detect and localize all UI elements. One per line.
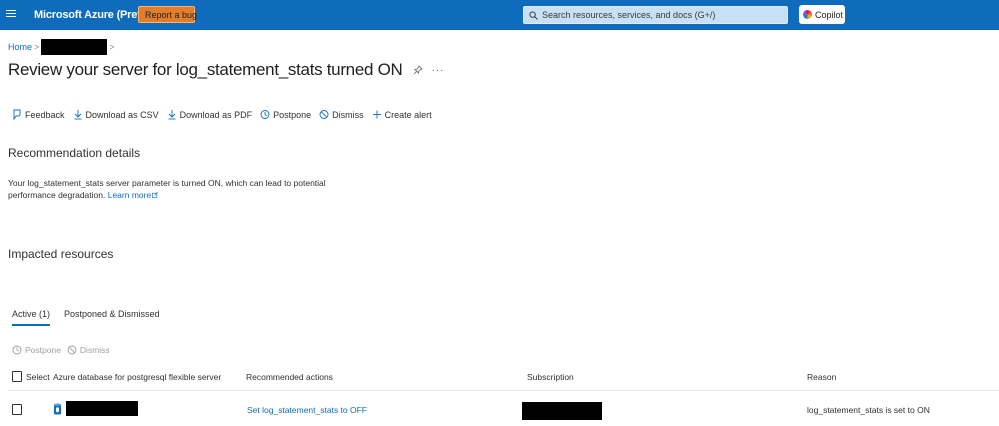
download-pdf-label: Download as PDF <box>179 109 253 120</box>
plus-icon <box>372 110 381 119</box>
recommended-action-link[interactable]: Set log_statement_stats to OFF <box>247 405 367 415</box>
top-bar: Microsoft Azure (Preview) Report a bug C… <box>0 0 999 30</box>
dismiss-resource-button[interactable]: Dismiss <box>67 345 110 355</box>
recommendation-details-heading: Recommendation details <box>8 146 141 160</box>
report-bug-label: Report a bug <box>145 9 198 20</box>
column-header-select: Select <box>26 372 50 382</box>
dismiss-label: Dismiss <box>332 109 364 120</box>
row-checkbox[interactable] <box>12 404 22 415</box>
resource-tabs: Active (1) Postponed & Dismissed <box>12 309 174 326</box>
command-bar: Feedback Download as CSV Download as PDF… <box>12 109 440 120</box>
breadcrumb-separator: > <box>34 42 40 52</box>
global-search[interactable] <box>523 6 788 24</box>
breadcrumb: Home > > <box>8 39 117 55</box>
postgresql-server-icon <box>54 403 61 415</box>
header-divider <box>8 390 999 391</box>
clock-icon <box>12 345 22 355</box>
tab-active[interactable]: Active (1) <box>12 309 51 326</box>
download-icon <box>74 110 82 120</box>
redacted-server-name[interactable] <box>66 401 138 416</box>
postpone-resource-button[interactable]: Postpone <box>12 345 61 355</box>
reason-cell: log_statement_stats is set to ON <box>807 405 930 415</box>
column-header-recommended-actions[interactable]: Recommended actions <box>246 372 333 382</box>
hamburger-menu-icon[interactable] <box>6 8 16 22</box>
external-link-icon <box>152 192 159 198</box>
download-csv-button[interactable]: Download as CSV <box>73 109 159 120</box>
redacted-subscription <box>522 402 602 420</box>
select-all-checkbox[interactable] <box>12 371 22 382</box>
download-icon <box>168 110 176 120</box>
tab-postponed-dismissed[interactable]: Postponed & Dismissed <box>64 309 160 326</box>
report-bug-button[interactable]: Report a bug <box>138 6 198 23</box>
breadcrumb-separator: > <box>109 42 115 52</box>
recommendation-description: Your log_statement_stats server paramete… <box>8 177 338 201</box>
redacted-breadcrumb-item[interactable] <box>41 39 108 55</box>
page-title: Review your server for log_statement_sta… <box>8 60 403 79</box>
column-header-reason[interactable]: Reason <box>807 372 836 382</box>
more-options-button[interactable]: ··· <box>431 65 444 76</box>
dismiss-icon <box>319 110 329 119</box>
copilot-icon <box>803 10 812 19</box>
create-alert-button[interactable]: Create alert <box>372 109 432 120</box>
clock-icon <box>260 110 270 119</box>
create-alert-label: Create alert <box>384 109 432 120</box>
description-text: Your log_statement_stats server paramete… <box>8 178 326 200</box>
feedback-button[interactable]: Feedback <box>12 109 65 120</box>
download-csv-label: Download as CSV <box>85 109 159 120</box>
postpone-resource-label: Postpone <box>25 345 61 355</box>
learn-more-label: Learn more <box>107 190 152 200</box>
search-input[interactable] <box>542 10 782 20</box>
impacted-resources-heading: Impacted resources <box>8 247 114 261</box>
feedback-icon <box>13 109 21 120</box>
column-header-subscription[interactable]: Subscription <box>527 372 574 382</box>
breadcrumb-home-link[interactable]: Home <box>8 42 32 52</box>
resource-actions: Postpone Dismiss <box>12 345 116 355</box>
search-icon <box>529 10 538 20</box>
postpone-button[interactable]: Postpone <box>260 109 311 120</box>
dismiss-resource-label: Dismiss <box>79 345 110 355</box>
dismiss-button[interactable]: Dismiss <box>319 109 364 120</box>
title-row: Review your server for log_statement_sta… <box>8 60 444 80</box>
recommended-action-cell: Set log_statement_stats to OFF <box>247 405 367 415</box>
feedback-label: Feedback <box>25 109 65 120</box>
postpone-label: Postpone <box>273 109 312 120</box>
column-header-server[interactable]: Azure database for postgresql flexible s… <box>53 372 221 382</box>
dismiss-icon <box>67 345 77 355</box>
download-pdf-button[interactable]: Download as PDF <box>167 109 253 120</box>
learn-more-link[interactable]: Learn more <box>107 190 159 200</box>
copilot-button[interactable]: Copilot <box>799 5 845 24</box>
copilot-label: Copilot <box>815 9 844 20</box>
pin-icon[interactable] <box>413 65 424 75</box>
